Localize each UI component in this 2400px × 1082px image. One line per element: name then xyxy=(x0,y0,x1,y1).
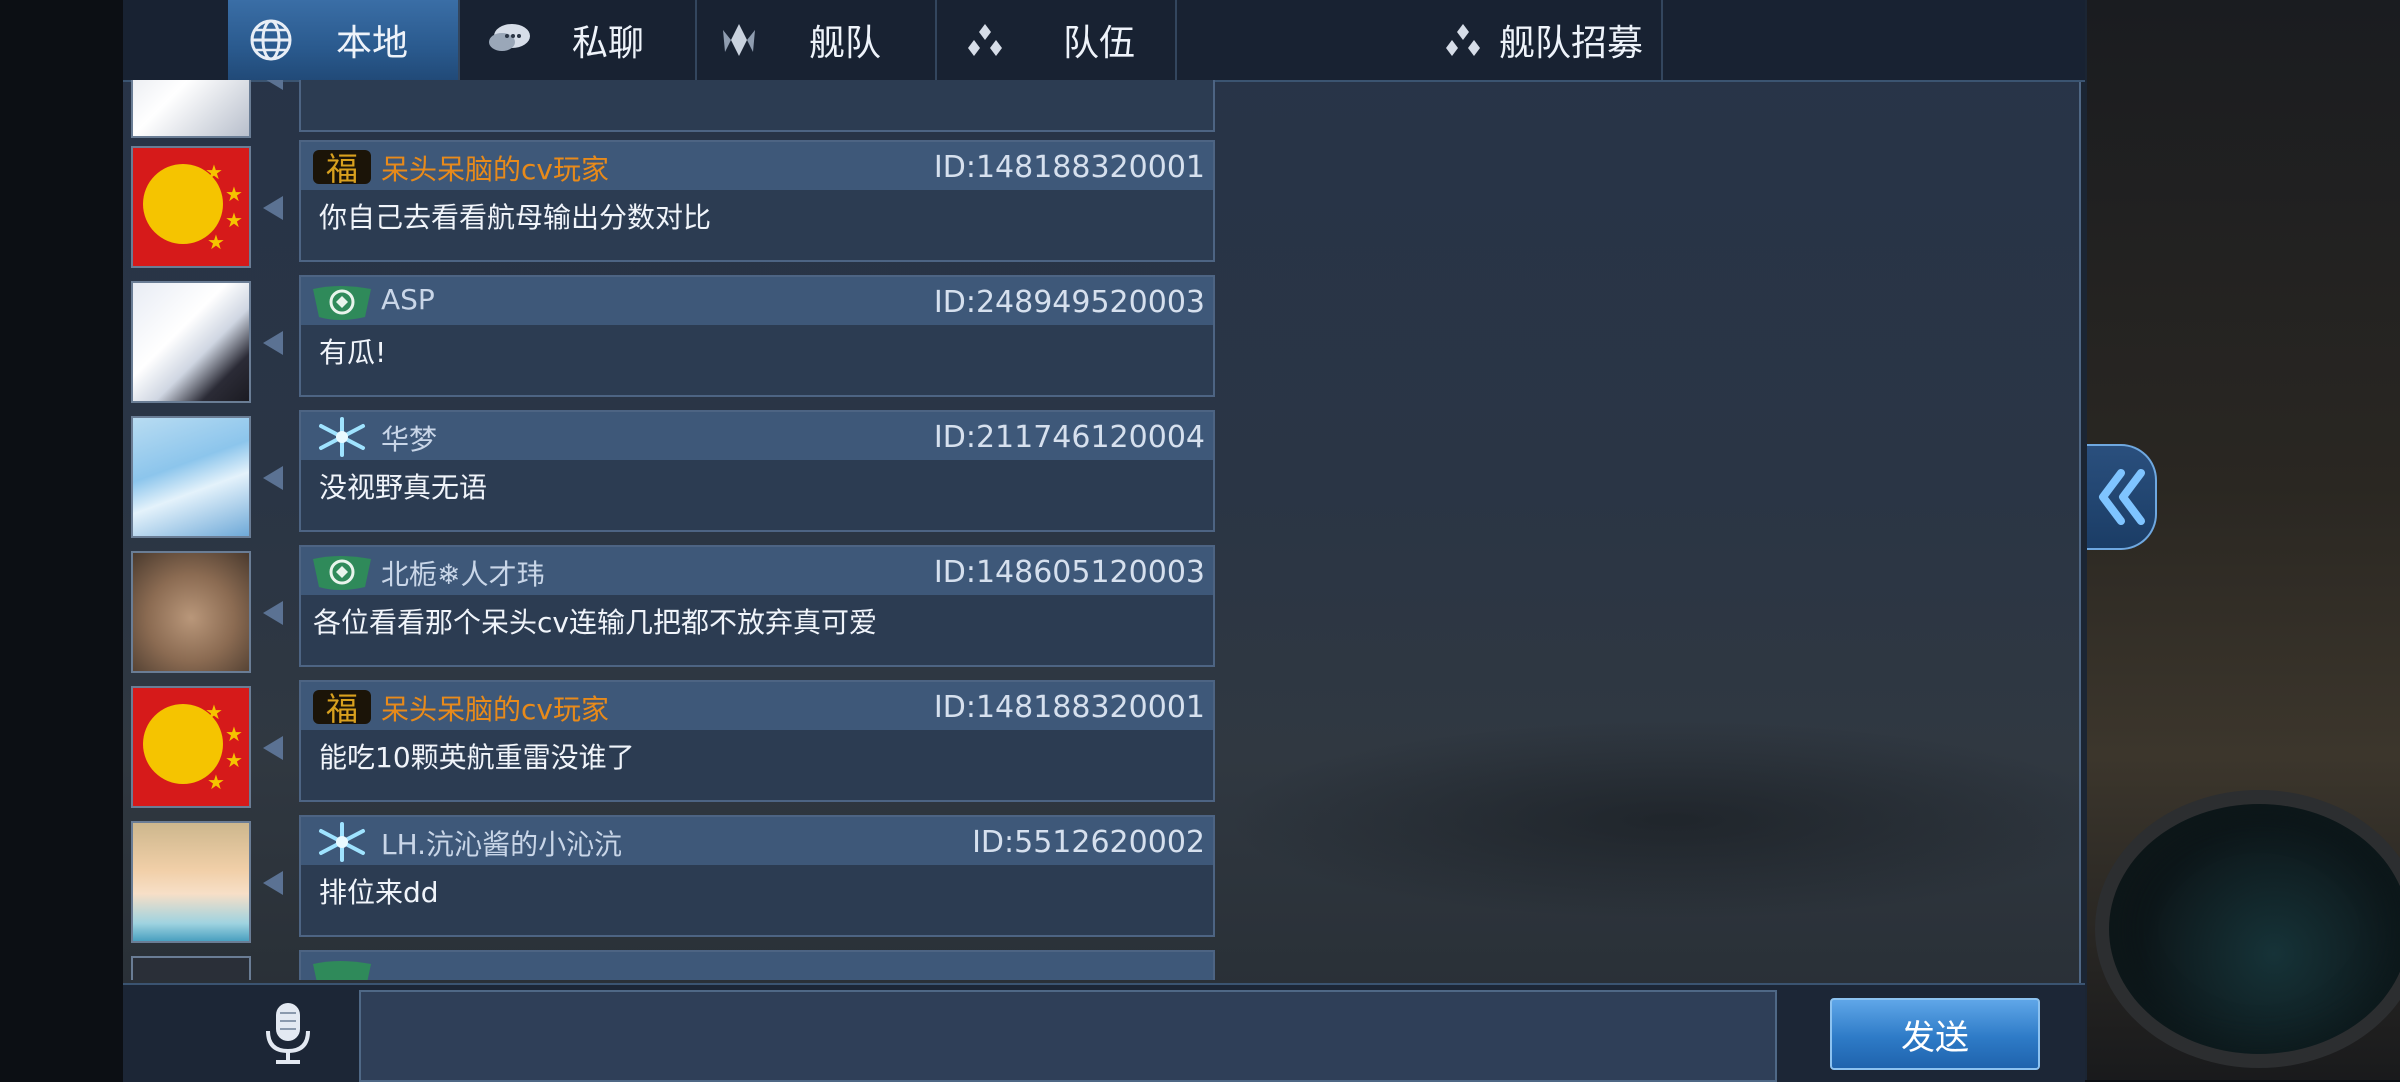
bubble-pointer xyxy=(263,871,283,895)
message-text: 你自己去看看航母输出分数对比 xyxy=(319,201,712,234)
blue-snowflake-badge-icon xyxy=(319,417,365,457)
tab-team[interactable]: 队伍 xyxy=(935,0,1177,80)
message-text: 有瓜! xyxy=(319,336,387,369)
username[interactable]: 北栀❄人才玮 xyxy=(381,553,544,593)
avatar[interactable] xyxy=(131,281,251,403)
message-bubble xyxy=(299,950,1215,980)
username[interactable]: 呆头呆脑的cv玩家 xyxy=(381,148,609,188)
tab-label: 本地 xyxy=(336,23,409,64)
list-item xyxy=(123,80,1223,140)
team-dots-icon xyxy=(1446,24,1480,56)
fu-badge-icon: 福 xyxy=(313,150,371,188)
send-button-label: 发送 xyxy=(1901,1017,1969,1058)
message-bubble: ASP ID:248949520003 有瓜! xyxy=(299,275,1215,397)
chat-message-list[interactable]: ★ ★ ★ ★ 福 呆头呆脑的cv玩家 ID:148188320001 你自己去… xyxy=(123,80,1223,980)
user-id: ID:211746120004 xyxy=(933,420,1205,455)
username[interactable]: LH.沆沁酱的小沁沆 xyxy=(381,823,622,863)
svg-text:福: 福 xyxy=(326,690,358,728)
tab-local[interactable]: 本地 xyxy=(228,0,460,80)
message-bubble: 华梦 ID:211746120004 没视野真无语 xyxy=(299,410,1215,532)
list-item: 北栀❄人才玮 ID:148605120003 各位看看那个呆头cv连输几把都不放… xyxy=(123,545,1223,675)
svg-text:福: 福 xyxy=(326,150,358,188)
tab-label: 舰队招募 xyxy=(1499,23,1644,64)
team-dots-icon xyxy=(968,24,1002,56)
bubble-pointer xyxy=(263,736,283,760)
chat-input-bar: 发送 xyxy=(123,983,2085,1082)
green-wing-badge-icon xyxy=(313,556,371,590)
username[interactable]: 华梦 xyxy=(381,418,437,458)
list-item: 华梦 ID:211746120004 没视野真无语 xyxy=(123,410,1223,540)
message-text: 没视野真无语 xyxy=(319,471,488,504)
fleet-emblem-icon xyxy=(723,24,755,56)
collapse-panel-button[interactable] xyxy=(2087,444,2157,550)
avatar[interactable]: ★ ★ ★ ★ xyxy=(131,146,251,268)
microphone-icon[interactable] xyxy=(258,1001,318,1065)
username[interactable]: 呆头呆脑的cv玩家 xyxy=(381,688,609,728)
message-bubble: 福 呆头呆脑的cv玩家 ID:148188320001 你自己去看看航母输出分数… xyxy=(299,140,1215,262)
green-wing-badge-icon xyxy=(313,286,371,320)
blue-snowflake-badge-icon xyxy=(319,822,365,862)
avatar[interactable] xyxy=(131,416,251,538)
message-text: 排位来dd xyxy=(319,876,439,909)
message-bubble: LH.沆沁酱的小沁沆 ID:5512620002 排位来dd xyxy=(299,815,1215,937)
message-bubble xyxy=(299,80,1215,132)
user-id: ID:148605120003 xyxy=(933,555,1205,590)
tab-label: 舰队 xyxy=(809,23,882,64)
username[interactable]: ASP xyxy=(381,283,435,316)
green-wing-badge-icon xyxy=(313,961,371,980)
avatar[interactable] xyxy=(131,80,251,138)
tab-fleet[interactable]: 舰队 xyxy=(695,0,937,80)
user-id: ID:148188320001 xyxy=(933,690,1205,725)
chat-input[interactable] xyxy=(359,990,1777,1082)
list-item xyxy=(123,950,1223,980)
message-text: 能吃10颗英航重雷没谁了 xyxy=(319,741,635,774)
bubble-pointer xyxy=(263,601,283,625)
avatar[interactable] xyxy=(131,956,251,980)
double-chevron-left-icon xyxy=(2099,469,2145,525)
bubble-pointer xyxy=(263,331,283,355)
message-bubble: 北栀❄人才玮 ID:148605120003 各位看看那个呆头cv连输几把都不放… xyxy=(299,545,1215,667)
message-text: 各位看看那个呆头cv连输几把都不放弃真可爱 xyxy=(313,606,877,639)
user-id: ID:248949520003 xyxy=(933,285,1205,320)
list-item: LH.沆沁酱的小沁沆 ID:5512620002 排位来dd xyxy=(123,815,1223,945)
fu-badge-icon: 福 xyxy=(313,690,371,728)
tab-private-chat[interactable]: 私聊 xyxy=(458,0,697,80)
avatar[interactable] xyxy=(131,551,251,673)
panel-right-border xyxy=(2079,0,2087,1080)
tab-fleet-recruit[interactable]: 舰队招募 xyxy=(1175,0,1663,80)
tab-label: 队伍 xyxy=(1063,23,1136,64)
tab-label: 私聊 xyxy=(572,23,645,64)
avatar[interactable] xyxy=(131,821,251,943)
channel-tab-bar: 本地 私聊 舰队 队伍 舰队招募 xyxy=(123,0,2085,82)
globe-icon xyxy=(250,19,292,61)
list-item: ★ ★ ★ ★ 福 呆头呆脑的cv玩家 ID:148188320001 你自己去… xyxy=(123,140,1223,270)
message-bubble: 福 呆头呆脑的cv玩家 ID:148188320001 能吃10颗英航重雷没谁了 xyxy=(299,680,1215,802)
avatar[interactable]: ★ ★ ★ ★ xyxy=(131,686,251,808)
list-item: ASP ID:248949520003 有瓜! xyxy=(123,275,1223,405)
chat-bubble-icon xyxy=(489,24,530,51)
send-button[interactable]: 发送 xyxy=(1830,998,2040,1070)
user-id: ID:5512620002 xyxy=(972,825,1205,860)
user-id: ID:148188320001 xyxy=(933,150,1205,185)
list-item: ★ ★ ★ ★ 福 呆头呆脑的cv玩家 ID:148188320001 能吃10… xyxy=(123,680,1223,810)
bubble-pointer xyxy=(263,196,283,220)
bubble-pointer xyxy=(263,466,283,490)
